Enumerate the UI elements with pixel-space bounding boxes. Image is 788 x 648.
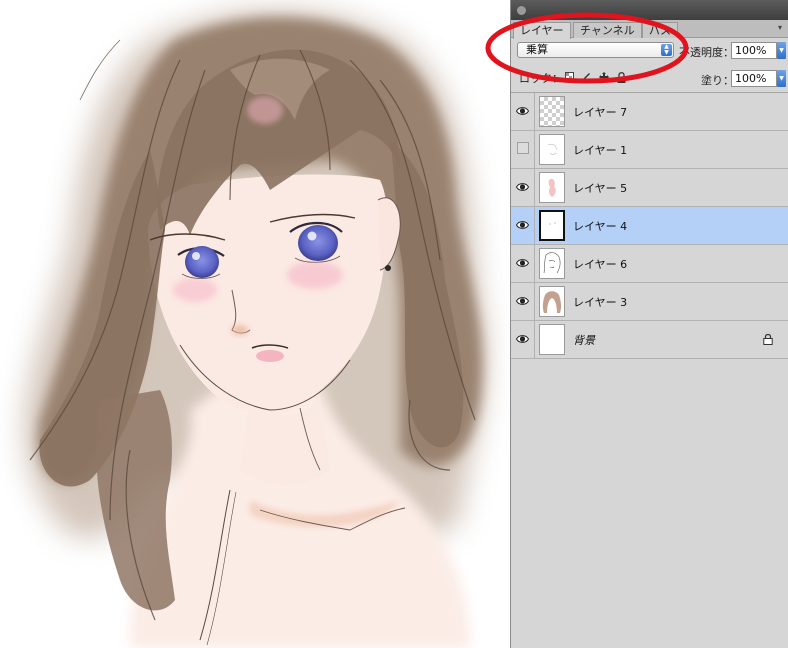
- layer-row-selected[interactable]: レイヤー 4: [511, 207, 788, 245]
- layer-row[interactable]: レイヤー 1: [511, 131, 788, 169]
- eye-icon: [516, 297, 529, 305]
- panel-close-icon[interactable]: [517, 6, 526, 15]
- lock-pixels-brush-icon[interactable]: [581, 72, 590, 82]
- layer-thumbnail: [539, 324, 565, 355]
- visibility-toggle[interactable]: [511, 207, 535, 244]
- layer-row[interactable]: レイヤー 3: [511, 283, 788, 321]
- lock-transparency-icon[interactable]: [565, 72, 574, 82]
- layer-thumbnail: [539, 172, 565, 203]
- eye-icon: [516, 259, 529, 267]
- blend-mode-value: 乗算: [526, 43, 548, 56]
- layer-name[interactable]: レイヤー 6: [573, 256, 627, 272]
- lock-all-icon[interactable]: [617, 72, 626, 83]
- opacity-field[interactable]: 100% ▼: [731, 42, 786, 59]
- eye-icon: [516, 183, 529, 191]
- opacity-value: 100%: [735, 44, 767, 57]
- layer-name[interactable]: レイヤー 3: [573, 294, 627, 310]
- panel-tab-bar: レイヤー チャンネル パス: [511, 20, 788, 39]
- visibility-toggle[interactable]: [511, 131, 535, 168]
- layer-thumbnail: [539, 210, 565, 241]
- layer-name[interactable]: 背景: [573, 332, 595, 348]
- blend-mode-select[interactable]: 乗算 ▲ ▼: [517, 42, 674, 58]
- tab-layers[interactable]: レイヤー: [513, 22, 571, 39]
- layer-thumbnail: [539, 286, 565, 317]
- opacity-label: 不透明度：: [679, 46, 734, 59]
- layer-name[interactable]: レイヤー 5: [573, 180, 627, 196]
- layer-thumbnail: [539, 248, 565, 279]
- layer-row[interactable]: レイヤー 5: [511, 169, 788, 207]
- layer-row[interactable]: レイヤー 7: [511, 93, 788, 131]
- panel-title-bar[interactable]: [511, 0, 788, 20]
- visibility-toggle[interactable]: [511, 283, 535, 320]
- illustration-artwork: [24, 10, 487, 648]
- layer-name[interactable]: レイヤー 4: [573, 218, 627, 234]
- visibility-toggle[interactable]: [511, 169, 535, 206]
- fill-value: 100%: [735, 72, 767, 85]
- document-canvas[interactable]: [0, 0, 510, 648]
- visibility-toggle[interactable]: [511, 93, 535, 130]
- eye-icon: [516, 107, 529, 115]
- layers-panel: レイヤー チャンネル パス ▾ 乗算 ▲ ▼ 不透明度： 100% ▼ ロック： …: [510, 0, 788, 648]
- layer-thumbnail: [539, 96, 565, 127]
- layer-thumbnail: [539, 134, 565, 165]
- opacity-dropdown-icon[interactable]: ▼: [777, 42, 786, 59]
- fill-dropdown-icon[interactable]: ▼: [777, 70, 786, 87]
- layer-list: レイヤー 7 レイヤー 1 レイヤー 5 レイヤー 4 レイヤー 6 レイヤー …: [511, 92, 788, 359]
- layer-name[interactable]: レイヤー 1: [573, 142, 627, 158]
- lock-position-move-icon[interactable]: [599, 72, 609, 82]
- eye-icon: [516, 221, 529, 229]
- visibility-toggle[interactable]: [511, 245, 535, 282]
- updown-arrows-icon: ▲ ▼: [661, 44, 672, 56]
- lock-icon: [763, 333, 773, 345]
- tab-paths[interactable]: パス: [642, 22, 678, 38]
- fill-label: 塗り：: [701, 74, 734, 87]
- hidden-visibility-box: [517, 142, 529, 154]
- layer-row[interactable]: レイヤー 6: [511, 245, 788, 283]
- panel-menu-icon[interactable]: ▾: [778, 24, 786, 32]
- lock-label: ロック：: [519, 72, 563, 85]
- fill-field[interactable]: 100% ▼: [731, 70, 786, 87]
- visibility-toggle[interactable]: [511, 321, 535, 358]
- layer-name[interactable]: レイヤー 7: [573, 104, 627, 120]
- layer-row-background[interactable]: 背景: [511, 321, 788, 359]
- tab-channels[interactable]: チャンネル: [573, 22, 642, 38]
- eye-icon: [516, 335, 529, 343]
